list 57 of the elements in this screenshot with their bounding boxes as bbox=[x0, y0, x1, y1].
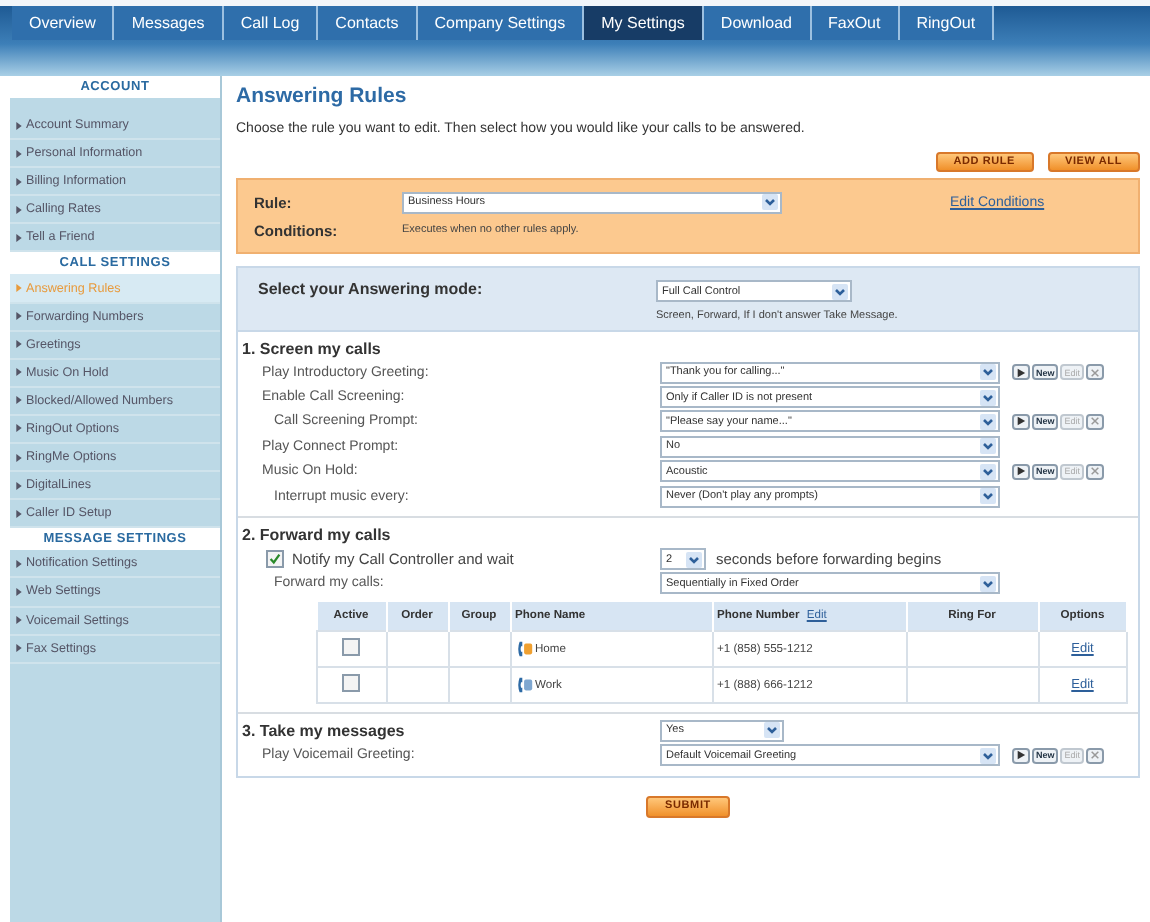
phone-icon bbox=[515, 676, 533, 695]
delete-button[interactable] bbox=[1086, 364, 1105, 381]
checkbox[interactable] bbox=[266, 550, 284, 569]
triangle-icon bbox=[16, 312, 22, 321]
triangle-icon bbox=[16, 284, 22, 293]
nav-tab[interactable]: FaxOut bbox=[811, 6, 900, 40]
triangle-icon bbox=[16, 121, 22, 130]
play-button[interactable] bbox=[1012, 364, 1030, 381]
triangle-icon bbox=[16, 368, 22, 377]
caret-icon bbox=[980, 463, 996, 480]
play-button[interactable] bbox=[1012, 747, 1030, 764]
caret-icon bbox=[762, 194, 778, 210]
nav-tab[interactable]: Contacts bbox=[318, 6, 418, 40]
nav-tab[interactable]: Call Log bbox=[223, 6, 319, 40]
delete-button[interactable] bbox=[1086, 463, 1105, 480]
triangle-icon bbox=[16, 481, 22, 490]
triangle-icon bbox=[16, 424, 22, 433]
nav-tab[interactable]: My Settings bbox=[584, 6, 704, 40]
nav-tab[interactable]: Company Settings bbox=[417, 6, 585, 40]
caret-icon bbox=[686, 551, 702, 568]
delete-button[interactable] bbox=[1086, 747, 1105, 764]
nav-tab[interactable]: RingOut bbox=[899, 6, 995, 40]
caret-icon bbox=[980, 438, 996, 455]
caret-icon bbox=[980, 488, 996, 505]
phone-icon bbox=[515, 640, 533, 659]
triangle-icon bbox=[16, 205, 22, 214]
triangle-icon bbox=[16, 509, 22, 518]
caret-icon bbox=[980, 413, 996, 430]
mode-label: Select your Answering mode: bbox=[258, 280, 485, 302]
triangle-icon bbox=[16, 149, 22, 158]
caret-icon bbox=[980, 747, 996, 764]
section-title: 3. Take my messages bbox=[242, 719, 407, 742]
checkbox[interactable] bbox=[342, 638, 361, 657]
triangle-icon bbox=[16, 177, 22, 186]
caret-icon bbox=[764, 722, 780, 739]
nav-tab[interactable]: Download bbox=[703, 6, 811, 40]
play-button[interactable] bbox=[1012, 463, 1030, 480]
triangle-icon bbox=[16, 559, 22, 568]
checkbox[interactable] bbox=[342, 674, 361, 693]
caret-icon bbox=[980, 389, 996, 406]
triangle-icon bbox=[16, 233, 22, 242]
page-title: Answering Rules bbox=[236, 82, 409, 110]
triangle-icon bbox=[16, 587, 22, 596]
delete-button[interactable] bbox=[1086, 413, 1105, 430]
triangle-icon bbox=[16, 616, 22, 625]
triangle-icon bbox=[16, 396, 22, 405]
caret-icon bbox=[980, 575, 996, 592]
play-button[interactable] bbox=[1012, 413, 1030, 430]
triangle-icon bbox=[16, 453, 22, 462]
triangle-icon bbox=[16, 340, 22, 349]
nav-tab[interactable]: Messages bbox=[114, 6, 224, 40]
section-title: 2. Forward my calls bbox=[242, 524, 393, 547]
nav-tab[interactable]: Overview bbox=[12, 6, 115, 40]
caret-icon bbox=[980, 364, 996, 381]
section-title: 1. Screen my calls bbox=[242, 338, 383, 360]
triangle-icon bbox=[16, 644, 22, 653]
caret-icon bbox=[832, 283, 848, 299]
